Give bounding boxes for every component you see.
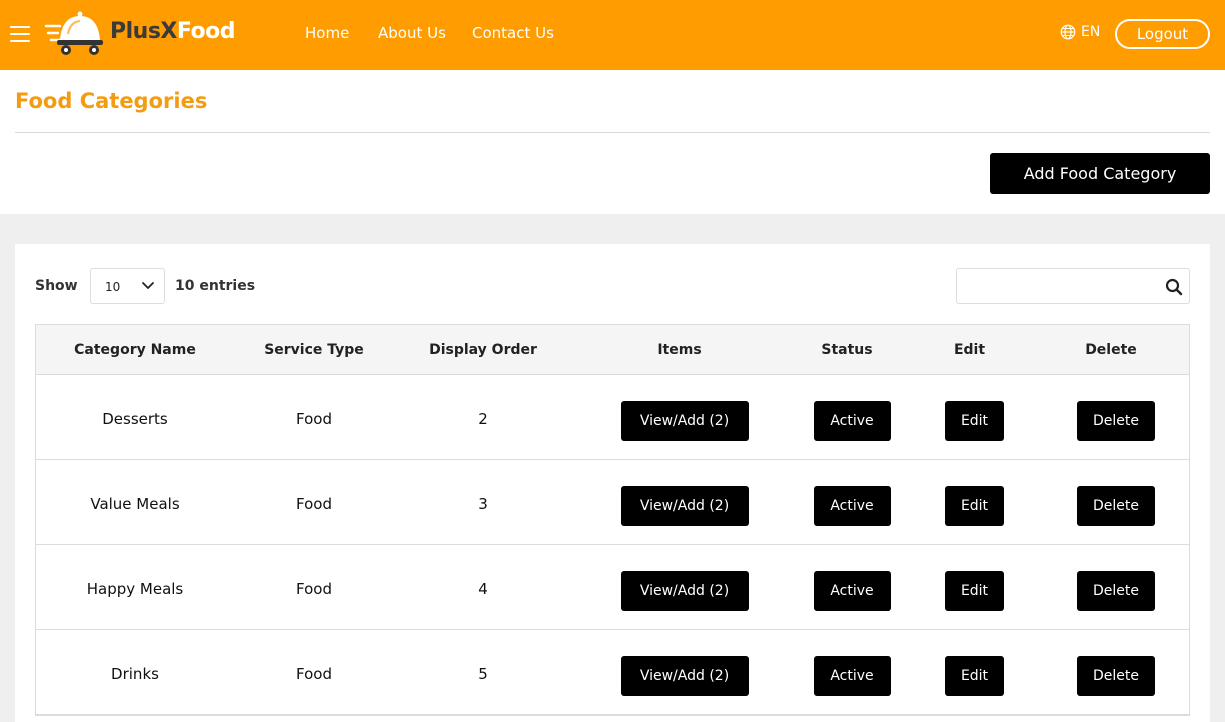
column-header-edit[interactable]: Edit	[907, 325, 1032, 374]
categories-table: Category Name Service Type Display Order…	[35, 324, 1190, 716]
table-row: Happy Meals Food 4 View/Add (2) Active E…	[36, 545, 1189, 630]
column-header-items[interactable]: Items	[572, 325, 787, 374]
show-label: Show	[35, 278, 78, 294]
service-type: Food	[296, 410, 332, 428]
language-selector[interactable]: EN	[1060, 24, 1100, 40]
status-toggle-button[interactable]: Active	[813, 656, 891, 696]
column-header-status[interactable]: Status	[787, 325, 907, 374]
column-header-display-order[interactable]: Display Order	[394, 325, 572, 374]
status-toggle-button[interactable]: Active	[813, 486, 891, 526]
search-box	[956, 268, 1190, 304]
category-name: Happy Meals	[86, 580, 184, 598]
delete-button[interactable]: Delete	[1077, 571, 1155, 611]
column-header-delete[interactable]: Delete	[1032, 325, 1190, 374]
search-icon[interactable]	[1165, 278, 1183, 296]
view-add-items-button[interactable]: View/Add (2)	[620, 571, 749, 611]
view-add-items-button[interactable]: View/Add (2)	[620, 401, 749, 441]
column-header-category-name[interactable]: Category Name	[36, 325, 234, 374]
page-size-value: 10	[105, 280, 121, 294]
delete-button[interactable]: Delete	[1077, 656, 1155, 696]
edit-button[interactable]: Edit	[945, 486, 1004, 526]
status-toggle-button[interactable]: Active	[813, 401, 891, 441]
chevron-down-icon	[142, 282, 154, 289]
service-type: Food	[296, 665, 332, 683]
language-label: EN	[1081, 24, 1101, 40]
edit-button[interactable]: Edit	[945, 401, 1004, 441]
category-name: Drinks	[111, 665, 159, 683]
table-row: Value Meals Food 3 View/Add (2) Active E…	[36, 460, 1189, 545]
display-order: 4	[478, 580, 488, 598]
delete-button[interactable]: Delete	[1077, 401, 1155, 441]
display-order: 2	[478, 410, 488, 428]
service-type: Food	[296, 495, 332, 513]
table-row: Drinks Food 5 View/Add (2) Active Edit D…	[36, 630, 1189, 715]
view-add-items-button[interactable]: View/Add (2)	[620, 486, 749, 526]
nav-link-contact-us[interactable]: Contact Us	[472, 24, 554, 42]
column-header-service-type[interactable]: Service Type	[234, 325, 394, 374]
display-order: 5	[478, 665, 488, 683]
page-header: Food Categories Add Food Category	[0, 70, 1225, 214]
view-add-items-button[interactable]: View/Add (2)	[620, 656, 749, 696]
entries-label: 10 entries	[175, 278, 256, 294]
page-title: Food Categories	[15, 89, 208, 113]
service-type: Food	[296, 580, 332, 598]
globe-icon	[1060, 24, 1076, 40]
status-toggle-button[interactable]: Active	[813, 571, 891, 611]
hamburger-menu-icon[interactable]	[10, 26, 30, 43]
nav-link-home[interactable]: Home	[305, 24, 349, 42]
table-header: Category Name Service Type Display Order…	[36, 325, 1189, 375]
page-size-select[interactable]: 10	[90, 268, 165, 304]
nav-link-about-us[interactable]: About Us	[378, 24, 446, 42]
search-input[interactable]	[957, 269, 1157, 303]
category-name: Desserts	[102, 410, 168, 428]
add-food-category-button[interactable]: Add Food Category	[990, 153, 1210, 194]
brand-name[interactable]: PlusXFood	[110, 19, 236, 44]
category-name: Value Meals	[90, 495, 180, 513]
edit-button[interactable]: Edit	[945, 571, 1004, 611]
brand-name-food: Food	[176, 19, 236, 44]
edit-button[interactable]: Edit	[945, 656, 1004, 696]
divider	[15, 132, 1210, 133]
table-row: Desserts Food 2 View/Add (2) Active Edit…	[36, 375, 1189, 460]
categories-card: Show 10 10 entries Category Name Service…	[15, 244, 1210, 722]
logout-button[interactable]: Logout	[1115, 19, 1210, 49]
display-order: 3	[478, 495, 488, 513]
top-navbar: PlusXFood Home About Us Contact Us EN Lo…	[0, 0, 1225, 70]
brand-name-plus: PlusX	[110, 19, 177, 44]
delete-button[interactable]: Delete	[1077, 486, 1155, 526]
